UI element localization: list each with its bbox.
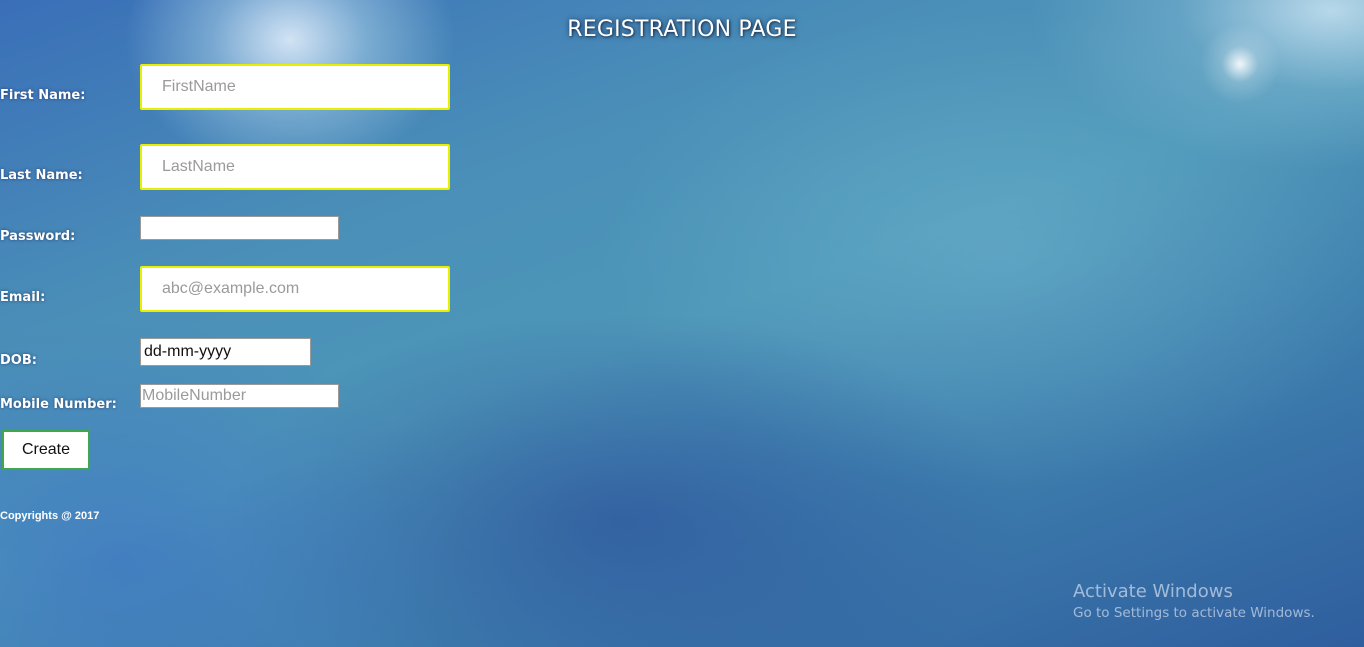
first-name-label: First Name: — [0, 88, 86, 103]
create-button[interactable]: Create — [2, 430, 90, 470]
password-input[interactable] — [140, 216, 339, 240]
last-name-input[interactable] — [140, 144, 450, 190]
dob-label: DOB: — [0, 353, 37, 368]
dob-date-input[interactable]: dd-mm-yyyy — [140, 338, 311, 366]
page-title: REGISTRATION PAGE — [567, 17, 797, 42]
last-name-label: Last Name: — [0, 168, 83, 183]
mobile-number-input[interactable] — [140, 384, 339, 408]
activate-windows-subtitle: Go to Settings to activate Windows. — [1073, 605, 1315, 621]
email-label: Email: — [0, 290, 46, 305]
activate-windows-title: Activate Windows — [1073, 581, 1233, 602]
activate-windows-watermark: Activate Windows Go to Settings to activ… — [1073, 581, 1315, 621]
first-name-input[interactable] — [140, 64, 450, 110]
password-label: Password: — [0, 229, 76, 244]
email-input[interactable] — [140, 266, 450, 312]
copyright-text: Copyrights @ 2017 — [0, 510, 100, 522]
mobile-number-label: Mobile Number: — [0, 397, 117, 412]
